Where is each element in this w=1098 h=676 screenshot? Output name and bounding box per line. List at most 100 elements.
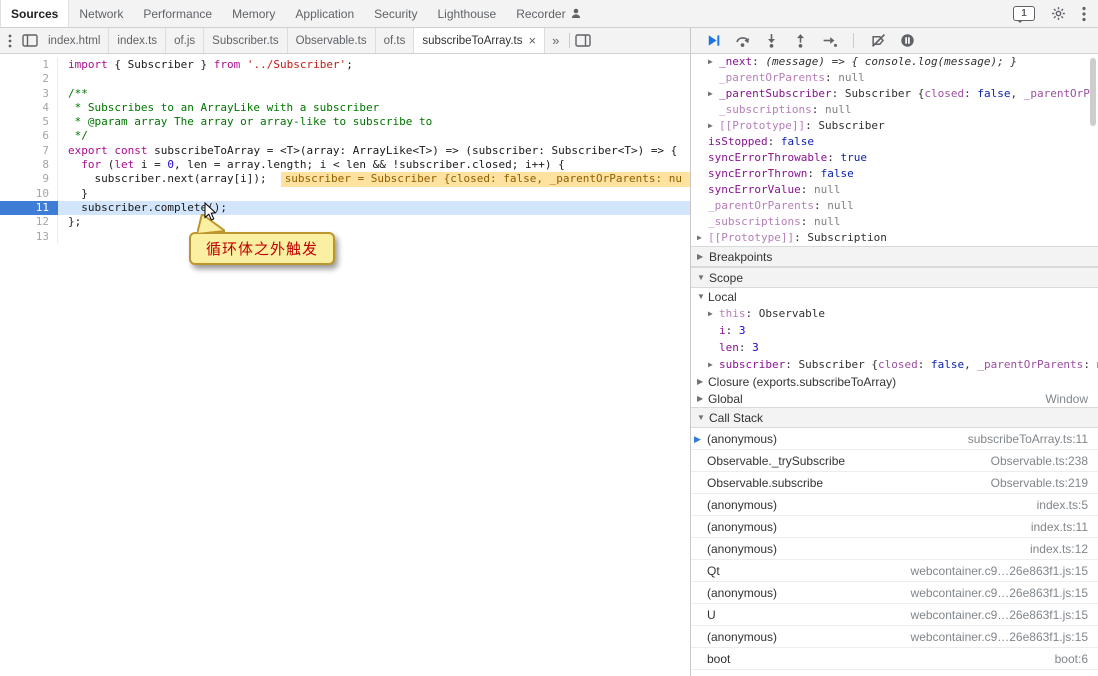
- panel-tab-application[interactable]: Application: [285, 0, 364, 27]
- panel-tab-performance[interactable]: Performance: [133, 0, 222, 27]
- line-number-12[interactable]: 12: [0, 215, 58, 229]
- code-line-2[interactable]: 2: [0, 72, 690, 86]
- panel-tab-label: Memory: [232, 7, 275, 21]
- panel-tab-recorder[interactable]: Recorder: [506, 0, 590, 27]
- code-line-8[interactable]: 8 for (let i = 0, len = array.length; i …: [0, 158, 690, 172]
- line-number-11[interactable]: 11: [0, 201, 58, 215]
- file-tab-bar: index.html index.ts of.jsSubscriber.tsObse…: [0, 28, 690, 54]
- debugger-toolbar: [691, 28, 1098, 54]
- property-row-subscriber[interactable]: ▶subscriber: Subscriber {closed: false, …: [691, 356, 1098, 373]
- scope-section-header[interactable]: ▼ Scope: [691, 267, 1098, 288]
- step-out-button[interactable]: [792, 33, 808, 49]
- code-line-10[interactable]: 10 }: [0, 187, 690, 201]
- line-number-1[interactable]: 1: [0, 58, 58, 72]
- call-stack-frame-4[interactable]: (anonymous)index.ts:11: [691, 516, 1098, 538]
- code-line-13[interactable]: 13: [0, 230, 690, 244]
- file-tab-index-ts[interactable]: index.ts: [109, 28, 166, 53]
- line-number-13[interactable]: 13: [0, 230, 58, 244]
- call-stack-frame-10[interactable]: bootboot:6: [691, 648, 1098, 670]
- step-out-icon: [793, 33, 808, 48]
- line-number-10[interactable]: 10: [0, 187, 58, 201]
- panel-tab-security[interactable]: Security: [364, 0, 427, 27]
- debugger-sidebar: ▶_next: (message) => { console.log(messa…: [691, 28, 1098, 676]
- line-number-5[interactable]: 5: [0, 115, 58, 129]
- resume-button[interactable]: [705, 33, 721, 49]
- code-line-1[interactable]: 1import { Subscriber } from '../Subscrib…: [0, 58, 690, 72]
- call-stack-frame-3[interactable]: (anonymous)index.ts:5: [691, 494, 1098, 516]
- pause-on-exceptions-button[interactable]: [899, 33, 915, 49]
- panel-tab-label: Recorder: [516, 7, 565, 21]
- step-over-icon: [735, 33, 750, 48]
- code-line-4[interactable]: 4 * Subscribes to an ArrayLike with a su…: [0, 101, 690, 115]
- file-tab-of-js[interactable]: of.js: [166, 28, 204, 53]
- code-line-6[interactable]: 6 */: [0, 129, 690, 143]
- line-number-6[interactable]: 6: [0, 129, 58, 143]
- property-row-prototype[interactable]: ▶[[Prototype]]: Subscriber: [691, 118, 1098, 134]
- code-line-7[interactable]: 7export const subscribeToArray = <T>(arr…: [0, 144, 690, 158]
- code-text: subscriber.next(array[i]);: [58, 172, 267, 186]
- file-tab-of-ts[interactable]: of.ts: [376, 28, 415, 53]
- breakpoints-section-header[interactable]: ▶ Breakpoints: [691, 246, 1098, 267]
- property-name: [[Prototype]]: [719, 118, 805, 134]
- call-stack-frame-6[interactable]: Qtwebcontainer.c9…26e863f1.js:15: [691, 560, 1098, 582]
- panel-tab-sources[interactable]: Sources: [0, 0, 69, 27]
- file-tab-subscribetoarray-ts[interactable]: subscribeToArray.ts×: [414, 28, 545, 53]
- line-number-8[interactable]: 8: [0, 158, 58, 172]
- line-number-9[interactable]: 9: [0, 172, 58, 186]
- file-tab-subscriber-ts[interactable]: Subscriber.ts: [204, 28, 287, 53]
- file-tab-index-html[interactable]: index.html: [40, 28, 109, 53]
- code-area: 1import { Subscriber } from '../Subscrib…: [0, 58, 690, 244]
- scope-group-local[interactable]: ▼Local: [691, 288, 1098, 305]
- close-tab-icon[interactable]: ×: [528, 34, 536, 47]
- call-stack-frame-7[interactable]: (anonymous)webcontainer.c9…26e863f1.js:1…: [691, 582, 1098, 604]
- panel-tab-network[interactable]: Network: [69, 0, 133, 27]
- step-into-button[interactable]: [763, 33, 779, 49]
- toolbar-divider: [853, 33, 854, 48]
- code-line-11[interactable]: 11 subscriber.complete();: [0, 201, 690, 215]
- line-number-3[interactable]: 3: [0, 87, 58, 101]
- deactivate-breakpoints-button[interactable]: [870, 33, 886, 49]
- code-line-12[interactable]: 12};: [0, 215, 690, 229]
- property-row-next[interactable]: ▶_next: (message) => { console.log(messa…: [691, 54, 1098, 70]
- property-row-prototype[interactable]: ▶[[Prototype]]: Subscription: [691, 230, 1098, 246]
- call-stack-frame-2[interactable]: Observable.subscribeObservable.ts:219: [691, 472, 1098, 494]
- file-tab-observable-ts[interactable]: Observable.ts: [288, 28, 376, 53]
- property-row-parentorparents: _parentOrParents: null: [691, 198, 1098, 214]
- scope-group-closure-exports-subscribetoarray[interactable]: ▶Closure (exports.subscribeToArray): [691, 373, 1098, 390]
- call-stack-frame-1[interactable]: Observable._trySubscribeObservable.ts:23…: [691, 450, 1098, 472]
- property-row-this[interactable]: ▶this: Observable: [691, 305, 1098, 322]
- console-messages-badge[interactable]: 1: [1013, 6, 1035, 21]
- property-row-parentsubscriber[interactable]: ▶_parentSubscriber: Subscriber {closed: …: [691, 86, 1098, 102]
- toggle-debugger-sidebar-button[interactable]: [573, 28, 593, 53]
- current-frame-marker-icon: ▶: [694, 434, 701, 445]
- code-text: * Subscribes to an ArrayLike with a subs…: [58, 101, 379, 115]
- line-number-7[interactable]: 7: [0, 144, 58, 158]
- panel-tab-label: Application: [295, 7, 354, 21]
- call-stack-section-header[interactable]: ▼ Call Stack: [691, 407, 1098, 428]
- kebab-menu-icon: [1082, 6, 1086, 22]
- code-line-9[interactable]: 9 subscriber.next(array[i]);subscriber =…: [0, 172, 690, 186]
- show-navigator-button[interactable]: [20, 28, 40, 53]
- call-stack-frame-9[interactable]: (anonymous)webcontainer.c9…26e863f1.js:1…: [691, 626, 1098, 648]
- code-line-3[interactable]: 3/**: [0, 87, 690, 101]
- code-line-5[interactable]: 5 * @param array The array or array-like…: [0, 115, 690, 129]
- editor-more-options-button[interactable]: [0, 28, 20, 53]
- line-number-2[interactable]: 2: [0, 72, 58, 86]
- step-over-button[interactable]: [734, 33, 750, 49]
- call-stack-frame-0[interactable]: ▶(anonymous)subscribeToArray.ts:11: [691, 428, 1098, 450]
- panel-tab-memory[interactable]: Memory: [222, 0, 285, 27]
- call-stack-frame-8[interactable]: Uwebcontainer.c9…26e863f1.js:15: [691, 604, 1098, 626]
- file-tab-label: index.ts: [117, 35, 157, 47]
- more-tabs-button[interactable]: »: [545, 33, 566, 48]
- chevron-right-icon: ▶: [697, 252, 708, 261]
- code-editor[interactable]: 1import { Subscriber } from '../Subscrib…: [0, 54, 690, 676]
- settings-button[interactable]: [1051, 6, 1066, 21]
- devtools-menu-button[interactable]: [1082, 6, 1086, 22]
- call-stack-frame-5[interactable]: (anonymous)index.ts:12: [691, 538, 1098, 560]
- property-name: this: [719, 306, 746, 322]
- panel-tab-lighthouse[interactable]: Lighthouse: [428, 0, 507, 27]
- step-button[interactable]: [821, 33, 837, 49]
- line-number-4[interactable]: 4: [0, 101, 58, 115]
- scrollbar-thumb[interactable]: [1090, 58, 1096, 126]
- scope-group-global[interactable]: ▶GlobalWindow: [691, 390, 1098, 407]
